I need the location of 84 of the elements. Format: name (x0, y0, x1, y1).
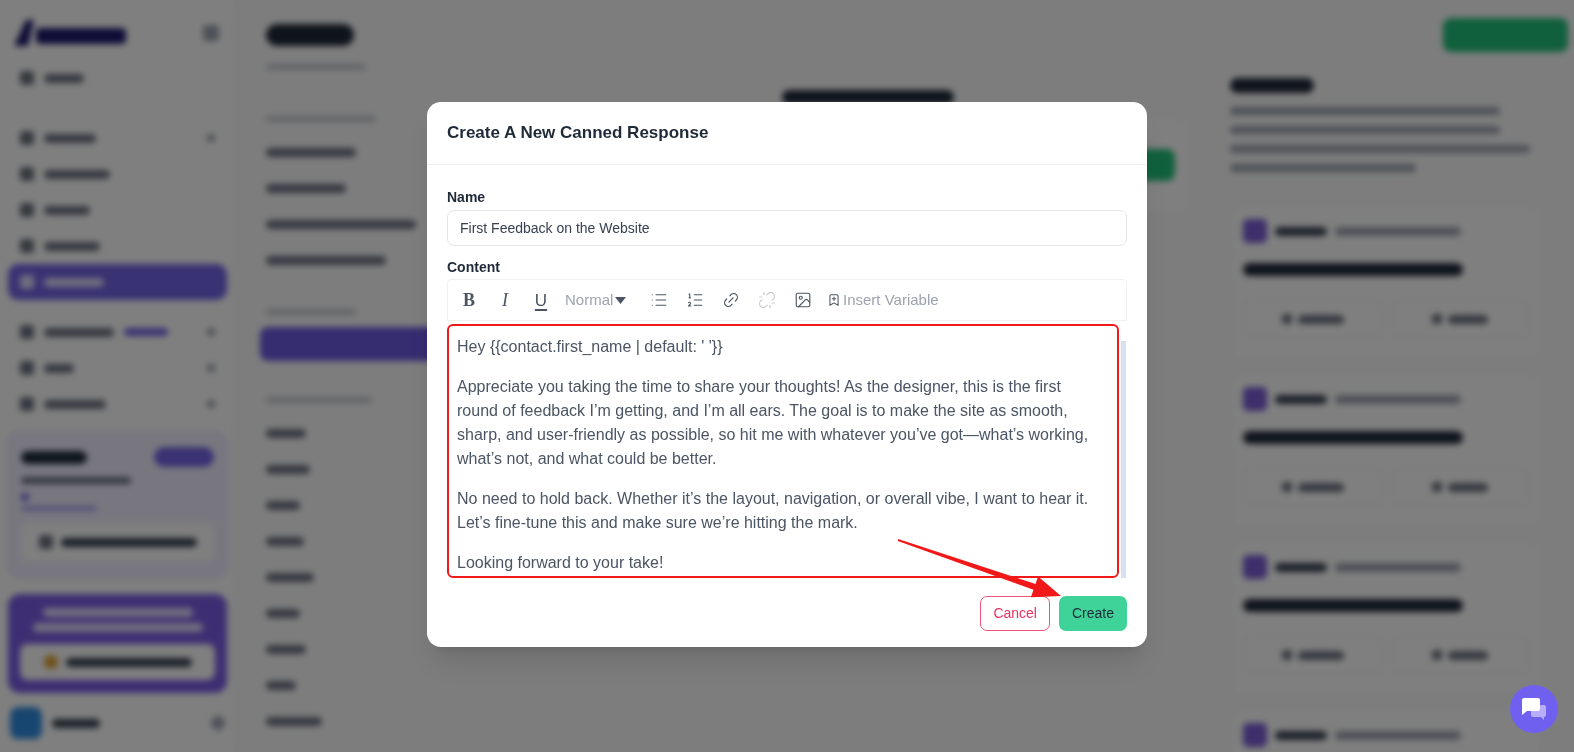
dialog-title: Create A New Canned Response (447, 122, 709, 145)
blurred-text (1297, 482, 1344, 492)
blurred-text (266, 465, 310, 474)
blurred-text (124, 328, 168, 336)
blurred-text (44, 169, 110, 179)
blurred-text (44, 205, 90, 215)
create-button[interactable]: Create (1058, 596, 1127, 631)
content-editor[interactable] (447, 324, 1119, 578)
image-icon (794, 291, 812, 309)
underline-button[interactable]: U (529, 288, 553, 312)
blurred-text (266, 681, 296, 690)
blurred-text (44, 133, 96, 143)
field-label: Name (447, 188, 486, 207)
name-input[interactable]: First Feedback on the Website (447, 210, 1127, 246)
blurred-text (1275, 562, 1327, 572)
blurred-text (1275, 226, 1327, 236)
blurred-icon (20, 325, 34, 339)
blurred-icon (20, 71, 34, 85)
caret-icon (615, 296, 627, 304)
blurred-text (1447, 482, 1488, 492)
broken-link-icon (758, 291, 776, 309)
blurred-text (44, 73, 84, 83)
blurred-icon (1243, 723, 1267, 747)
blurred-text (266, 645, 306, 654)
blurred-text (1297, 314, 1344, 324)
numbered-list-icon (686, 291, 704, 309)
blurred-icon (20, 167, 34, 181)
paragraph: No need to hold back. Whether it’s the layout, navigation, or overall vibe, I want to hear it. Let’s fine-tune this and make sure we’re hitting the mark. (457, 489, 1090, 533)
blurred-icon (20, 203, 34, 217)
blurred-active-item[interactable] (8, 264, 227, 300)
blurred-icon (207, 134, 215, 142)
blurred-text (266, 609, 300, 618)
blurred-icon (38, 535, 53, 549)
cancel-button[interactable]: Cancel (980, 596, 1050, 631)
blurred-icon (207, 328, 215, 336)
blurred-icon (1281, 650, 1292, 660)
blurred-text (1275, 730, 1327, 740)
blurred-icon (20, 361, 34, 375)
blurred-icon (1243, 555, 1267, 579)
blurred-icon (1243, 387, 1267, 411)
paragraph: Looking forward to your take! (457, 553, 665, 573)
blurred-text (266, 573, 314, 582)
blurred-text (44, 363, 74, 373)
paragraph: Appreciate you taking the time to share your thoughts! As the designer, this is the first round of feedback I’m getting, and I’m all ears. The goal is to make the site as smooth, sharp, and user-friendly as possible, so hit me with whatever you’ve got—what’s working, what’s not, and what could be better. (457, 377, 1090, 469)
blurred-text (44, 399, 106, 409)
blurred-icon (1431, 314, 1442, 324)
blurred-icon (20, 239, 34, 253)
blurred-icon (43, 655, 58, 669)
blurred-text (154, 447, 214, 467)
blurred-icon (1431, 482, 1442, 492)
blurred-text (266, 501, 300, 510)
field-label: Content (447, 258, 500, 277)
blurred-icon (20, 397, 34, 411)
blurred-icon (21, 493, 29, 501)
blurred-icon (207, 400, 215, 408)
paragraph: Hey {{contact.first_name | default: ' '}} (457, 337, 724, 357)
blurred-text (266, 717, 322, 726)
blurred-text (44, 277, 104, 287)
blurred-icon (203, 25, 219, 41)
blurred-icon (10, 707, 42, 739)
blurred-text (44, 327, 114, 337)
blurred-text (44, 241, 100, 251)
italic-button[interactable]: I (493, 288, 517, 312)
blurred-text (1447, 650, 1488, 660)
blurred-text (1275, 394, 1327, 404)
blurred-icon (1243, 219, 1267, 243)
bookmark-plus-icon (827, 293, 841, 307)
bold-button[interactable]: B (457, 288, 481, 312)
blurred-text (266, 537, 304, 546)
blurred-text (266, 429, 306, 438)
blurred-icon (1431, 650, 1442, 660)
blurred-icon (1281, 314, 1292, 324)
blurred-icon (1281, 482, 1292, 492)
blurred-icon (211, 716, 225, 730)
blurred-text (1447, 314, 1488, 324)
blurred-text (21, 450, 87, 464)
blurred-text (52, 718, 100, 728)
blurred-icon (207, 364, 215, 372)
scrollbar[interactable] (1120, 341, 1126, 578)
blurred-icon (20, 131, 34, 145)
blurred-text (1297, 650, 1344, 660)
chat-bubbles-icon (1522, 698, 1546, 720)
blurred-icon (20, 275, 34, 289)
bullet-list-icon (650, 291, 668, 309)
